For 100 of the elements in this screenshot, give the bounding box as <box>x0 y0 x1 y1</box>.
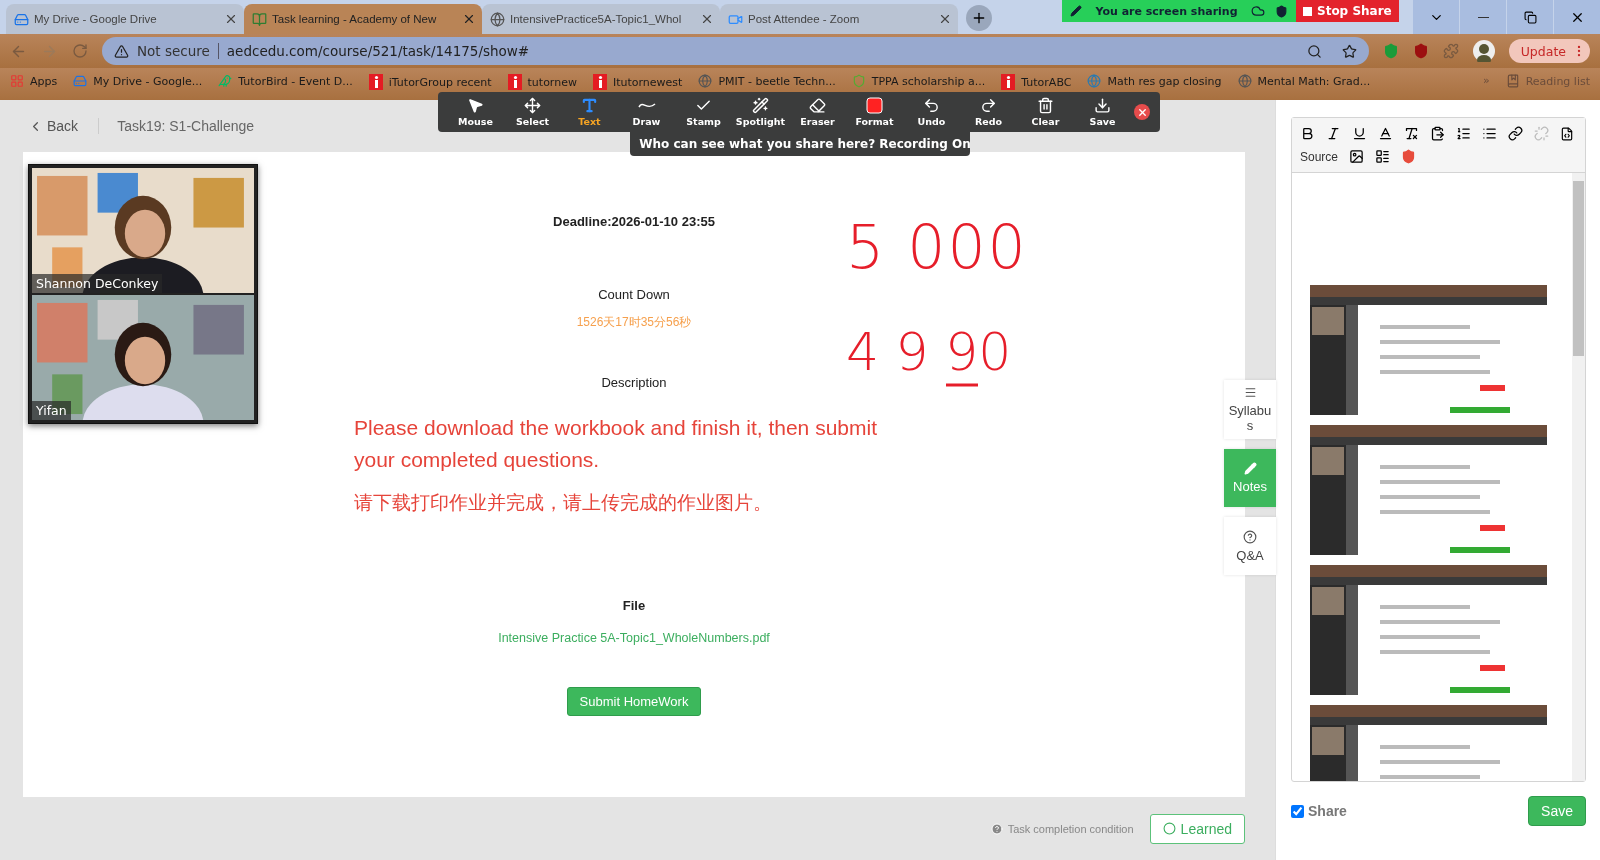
new-tab-button[interactable] <box>966 5 992 31</box>
template-icon[interactable] <box>1375 149 1391 164</box>
browser-tab[interactable]: Post Attendee - Zoom <box>720 4 958 34</box>
back-link[interactable]: Back <box>28 118 100 134</box>
scrollbar[interactable] <box>1572 173 1585 781</box>
bullet-list-icon[interactable] <box>1482 126 1497 141</box>
circle-icon <box>1162 822 1176 835</box>
redo-icon <box>980 97 997 114</box>
color-square-icon <box>866 97 883 114</box>
handwritten-number: 4 9 90 <box>846 322 1012 382</box>
stop-icon <box>1303 6 1312 16</box>
participant-name: Shannon DeConkey <box>32 274 163 293</box>
bookmark[interactable]: Apps <box>10 74 58 88</box>
description-text: 请下载打印作业并完成，请上传完成的作业图片。 <box>354 491 773 515</box>
annotation-tool[interactable]: Draw <box>619 97 674 127</box>
annotation-tool[interactable]: Redo <box>961 97 1016 127</box>
shield-icon[interactable] <box>1412 43 1429 59</box>
close-icon[interactable] <box>224 12 238 26</box>
bookmark[interactable]: TPPA scholarship a... <box>851 74 986 88</box>
download-icon <box>1094 97 1111 114</box>
bookmark[interactable]: TutorBird - Event D... <box>218 74 353 88</box>
trash-icon <box>1037 97 1054 114</box>
text-color-icon[interactable] <box>1378 126 1393 141</box>
drive-icon <box>73 74 88 88</box>
sharing-status: You are screen sharing <box>1094 4 1239 18</box>
source-icon <box>1560 126 1574 141</box>
annotation-tool[interactable]: Eraser <box>790 97 845 127</box>
side-tab[interactable]: Syllabus <box>1224 380 1276 439</box>
countdown-label: Count Down <box>598 287 670 302</box>
bookmark[interactable]: TutorABC <box>1001 74 1072 90</box>
annotation-tool[interactable]: Text <box>562 97 617 127</box>
close-button[interactable] <box>1134 104 1150 120</box>
bookmark[interactable]: PMIT - beetle Techn... <box>698 74 836 88</box>
question-icon <box>1243 529 1257 544</box>
browser-tab[interactable]: My Drive - Google Drive <box>6 4 244 34</box>
share-checkbox[interactable] <box>1291 804 1304 818</box>
move-icon <box>524 97 541 114</box>
url-text: aedcedu.com/course/521/task/14175/show# <box>226 43 530 59</box>
annotation-tool[interactable]: Save <box>1075 97 1130 127</box>
bird-icon <box>218 74 233 88</box>
menu-icon <box>1243 386 1257 399</box>
restore-button[interactable] <box>1507 0 1553 34</box>
countdown-text: 1526天17时35分56秒 <box>576 314 692 331</box>
annotation-tool[interactable]: Clear <box>1018 97 1073 127</box>
page-title: Task19: S1-Challenge <box>117 118 255 134</box>
clear-format-icon[interactable] <box>1404 126 1419 141</box>
bookmark[interactable]: Math res gap closing <box>1087 74 1222 88</box>
letter-i-icon <box>368 74 383 90</box>
paste-icon[interactable] <box>1430 126 1445 141</box>
shield-icon <box>1275 4 1288 18</box>
recording-notice: Who can see what you share here? Recording On <box>639 137 971 151</box>
plugin-icon[interactable] <box>1401 149 1417 164</box>
side-tab[interactable]: Q&A <box>1224 517 1276 575</box>
close-icon[interactable] <box>700 12 714 26</box>
description-text: Please download the workbook and finish it, then submit your completed questions. <box>354 415 878 473</box>
source-button[interactable]: Source <box>1300 149 1339 164</box>
stop-share-button[interactable]: Stop Share <box>1296 0 1399 22</box>
italic-icon[interactable] <box>1326 126 1341 141</box>
close-icon[interactable] <box>462 12 476 26</box>
close-icon <box>1136 106 1148 118</box>
annotation-tool[interactable]: Stamp <box>676 97 731 127</box>
file-label: File <box>622 598 646 613</box>
bookmark[interactable]: Mental Math: Grad... <box>1237 74 1371 88</box>
bookmark[interactable]: iTutorGroup recent <box>368 74 492 90</box>
numbered-list-icon[interactable] <box>1456 126 1471 141</box>
annotation-tool[interactable]: Undo <box>904 97 959 127</box>
letter-i-icon <box>1001 74 1016 90</box>
underline-icon[interactable] <box>1352 126 1367 141</box>
link-icon[interactable] <box>1508 126 1523 141</box>
address-bar[interactable]: Not secure aedcedu.com/course/521/task/14175/show# <box>102 37 1369 65</box>
completion-condition: Task completion condition <box>1007 822 1134 835</box>
avatar-icon[interactable] <box>1472 40 1495 62</box>
bookmark[interactable]: My Drive - Google... <box>73 74 203 88</box>
bookmark[interactable]: tutornew <box>507 74 577 90</box>
security-label: Not secure <box>137 43 219 59</box>
browser-tab[interactable]: IntensivePractice5A-Topic1_Whol <box>482 4 720 34</box>
learned-button[interactable]: Learned <box>1149 813 1245 844</box>
close-window-button[interactable] <box>1554 0 1600 34</box>
annotation-tool[interactable]: Format <box>847 97 902 127</box>
annotation-tool[interactable]: Select <box>505 97 560 127</box>
annotation-tool[interactable]: Spotlight <box>733 97 788 127</box>
annotation-tool[interactable]: Mouse <box>448 97 503 127</box>
browser-tab[interactable]: Task learning - Academy of New <box>244 4 482 34</box>
question-icon <box>990 822 1003 835</box>
close-icon[interactable] <box>938 12 952 26</box>
bookmark-star-icon[interactable] <box>1341 43 1357 59</box>
restore-icon <box>1523 10 1537 24</box>
file-link[interactable]: Intensive Practice 5A-Topic1_WholeNumbers.pdf <box>498 631 770 645</box>
deadline-text: Deadline:2026-01-10 23:55 <box>553 214 715 229</box>
apps-grid-icon <box>10 74 24 88</box>
zoom-icon[interactable] <box>1306 43 1322 59</box>
drive-icon <box>14 11 29 27</box>
update-button[interactable]: Update <box>1508 39 1590 63</box>
pointer-icon <box>467 97 484 114</box>
bold-icon[interactable] <box>1300 126 1315 141</box>
handwritten-number: 5 000 <box>846 212 1028 282</box>
bookmark[interactable]: Itutornewest <box>592 74 683 90</box>
undo-icon <box>923 97 940 114</box>
image-icon[interactable] <box>1349 149 1365 164</box>
minimize-icon <box>1477 16 1489 18</box>
